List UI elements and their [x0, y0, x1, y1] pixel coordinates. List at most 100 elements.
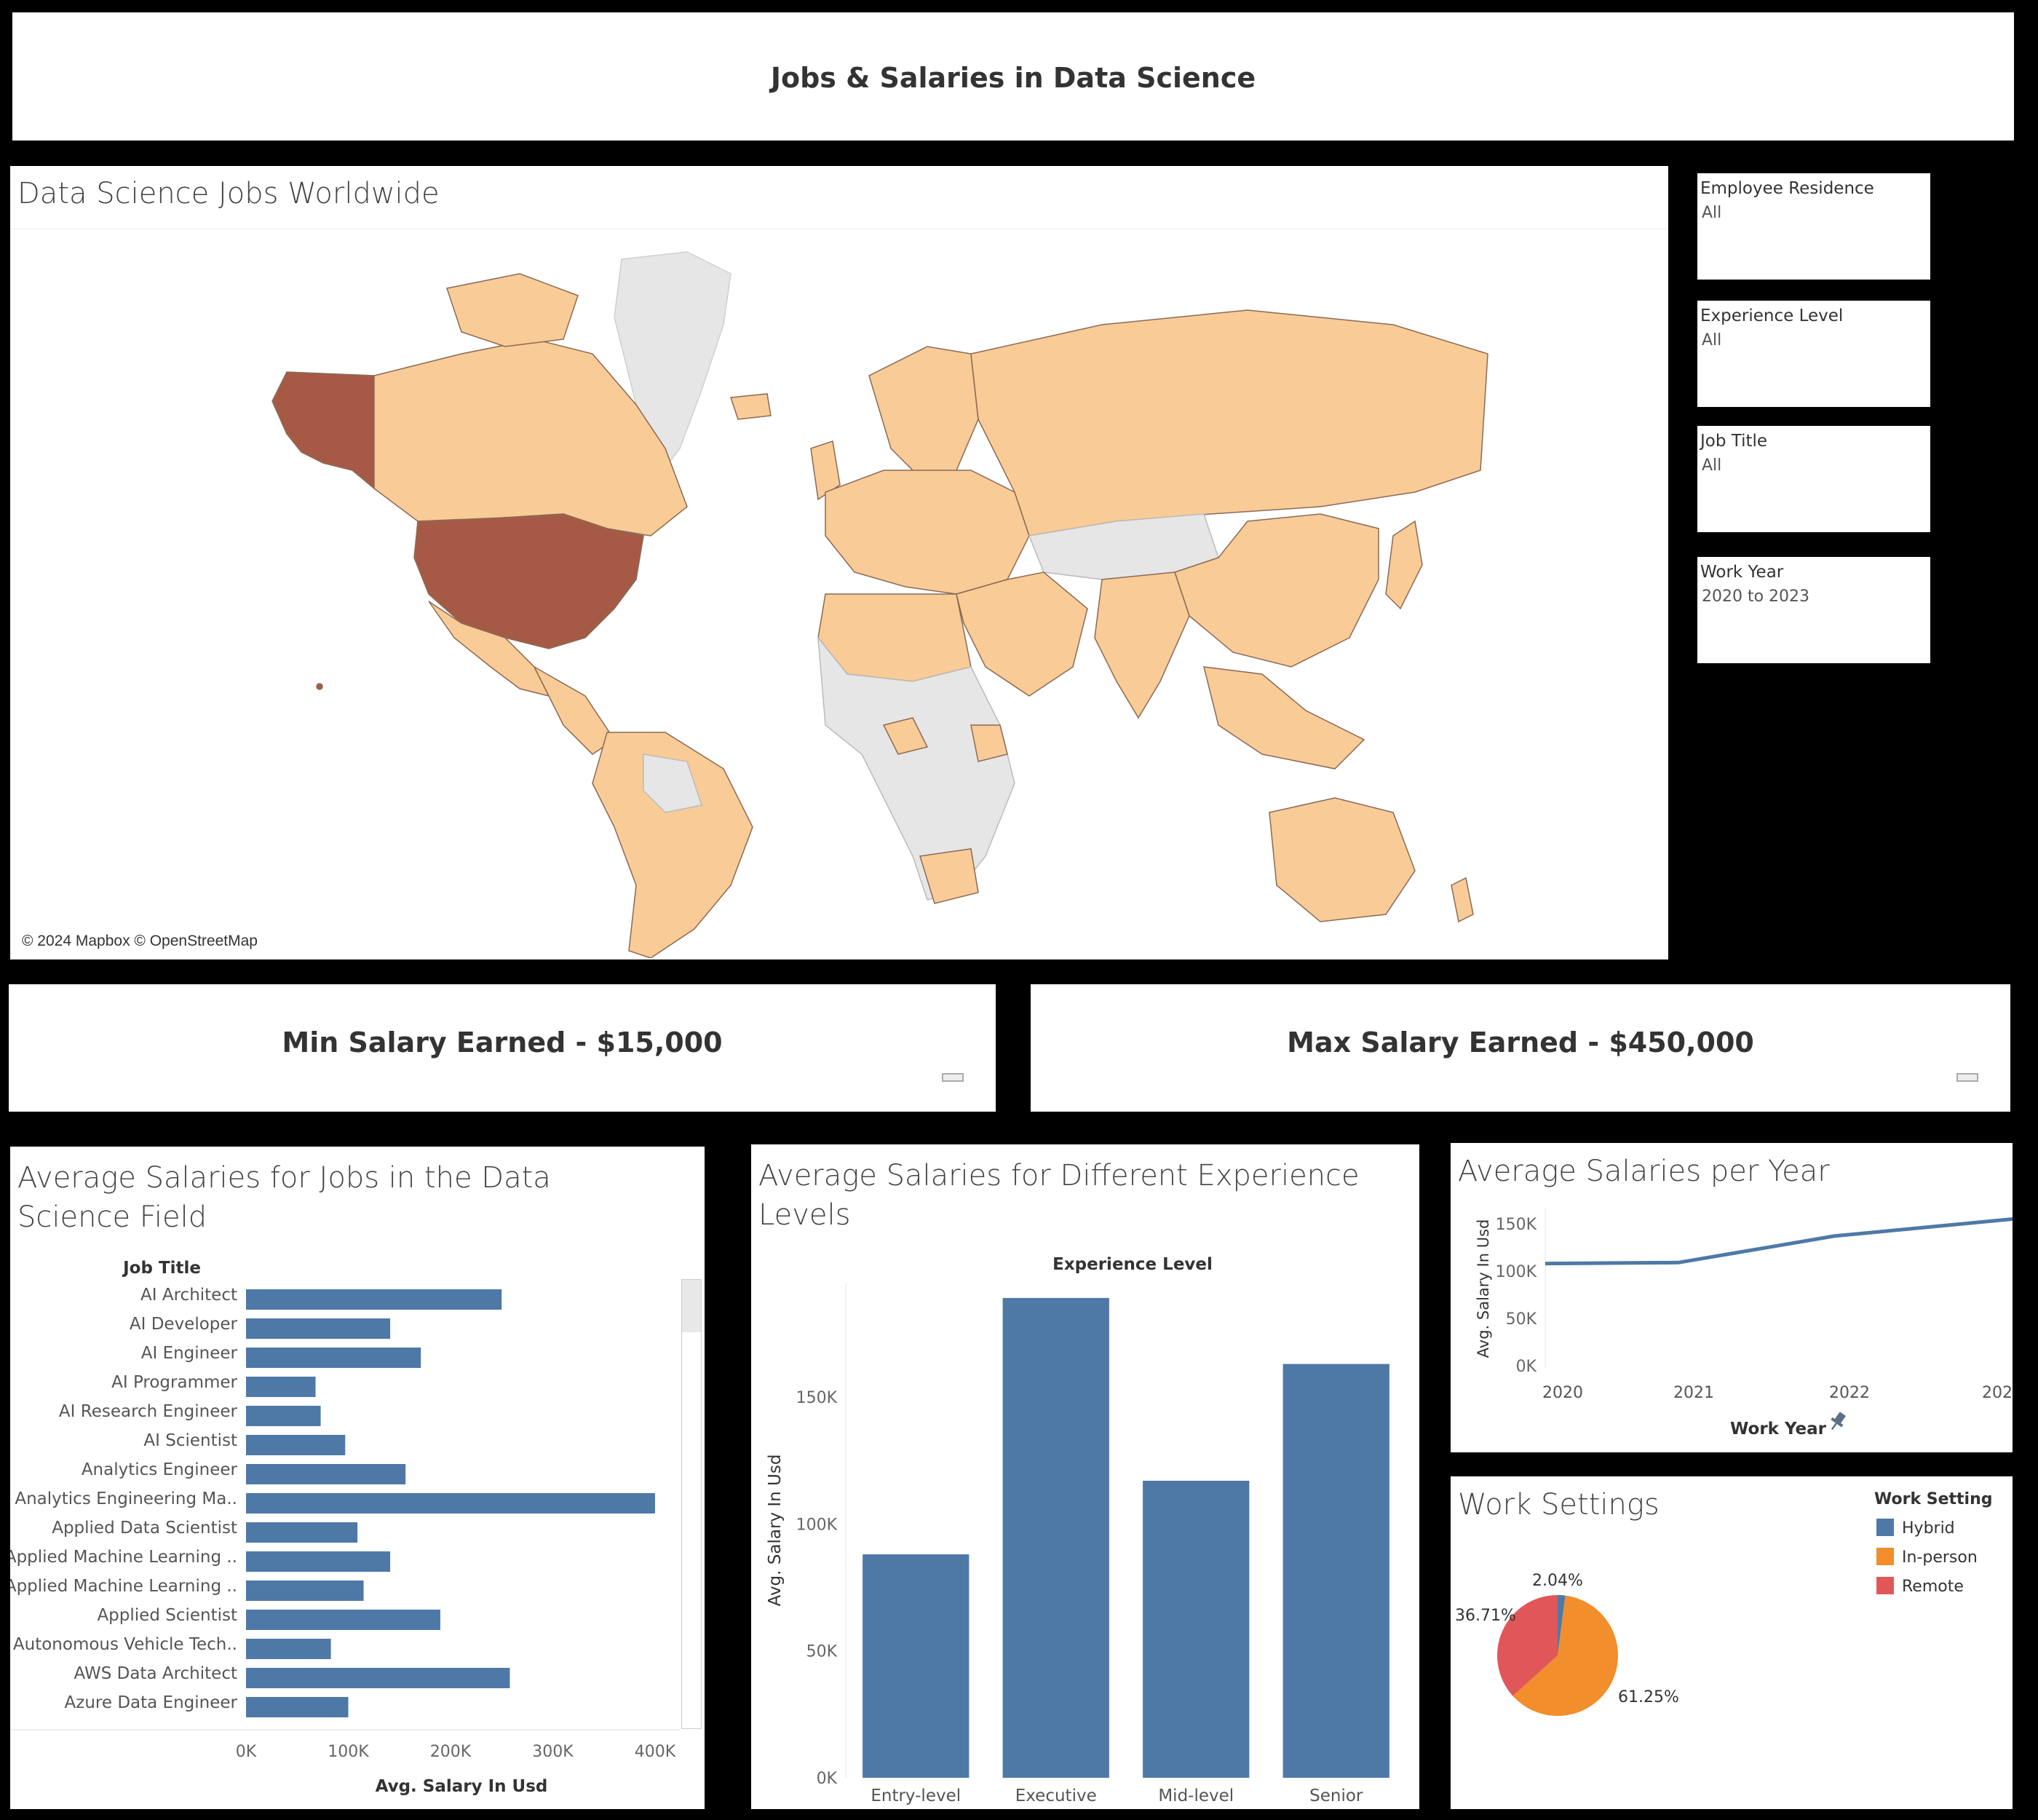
- filter-value[interactable]: All: [1702, 456, 1721, 475]
- yearly-salary-chart[interactable]: 0K 50K 100K 150KAvg. Salary In Usd 2020 2021 2…: [1451, 1143, 2013, 1452]
- y-tick-label: 0K: [1516, 1358, 1537, 1376]
- filter-label: Experience Level: [1700, 306, 1844, 325]
- work-settings-chart[interactable]: 2.04% 61.25% 36.71% Work Setting Hybrid In-pe…: [1451, 1476, 2013, 1809]
- filter-value[interactable]: All: [1702, 204, 1721, 222]
- filter-experience-level[interactable]: Experience Level All: [1697, 301, 1930, 407]
- filter-employee-residence[interactable]: Employee Residence All: [1697, 173, 1930, 280]
- filter-value[interactable]: 2020 to 2023: [1702, 587, 1809, 606]
- job-salary-bar[interactable]: [246, 1551, 391, 1572]
- y-tick-label: 50K: [806, 1643, 838, 1661]
- job-salary-panel: Average Salaries for Jobs in the Data Sc…: [10, 1147, 705, 1809]
- x-axis-label: Avg. Salary In Usd: [376, 1777, 548, 1796]
- experience-salary-chart[interactable]: Experience Level 0K 50K 100K 150K Avg. Salary…: [751, 1144, 1419, 1809]
- pin-icon[interactable]: [1827, 1410, 1849, 1433]
- y-tick-label: 0K: [817, 1770, 838, 1788]
- job-title-label: Azure Data Engineer: [65, 1693, 238, 1712]
- x-tick-label: 2023: [1982, 1384, 2013, 1402]
- x-tick-label: Senior: [1309, 1787, 1363, 1805]
- job-title-label: AI Programmer: [111, 1373, 237, 1392]
- pie-slice-label: 2.04%: [1532, 1572, 1583, 1590]
- job-salary-bar[interactable]: [246, 1697, 349, 1717]
- y-tick-label: 150K: [1496, 1216, 1537, 1234]
- column-header: Experience Level: [1052, 1255, 1213, 1274]
- filter-value[interactable]: All: [1702, 331, 1721, 349]
- world-map[interactable]: [10, 230, 1668, 958]
- filter-job-title[interactable]: Job Title All: [1697, 426, 1930, 532]
- map-attribution[interactable]: © 2024 Mapbox © OpenStreetMap: [22, 933, 258, 950]
- kpi-max-text: Max Salary Earned - $450,000: [1287, 1026, 1754, 1059]
- job-title-label: AI Scientist: [143, 1431, 237, 1450]
- job-salary-bar[interactable]: [246, 1318, 391, 1339]
- legend-title: Work Setting: [1874, 1490, 1993, 1508]
- kpi-min-salary: Min Salary Earned - $15,000: [9, 984, 996, 1112]
- job-title-label: Applied Machine Learning ..: [10, 1577, 237, 1596]
- scrollbar-thumb[interactable]: [682, 1280, 701, 1332]
- salary-trend-line[interactable]: [1545, 1217, 2013, 1266]
- x-tick-label: 2022: [1829, 1384, 1870, 1402]
- country-australia: [1269, 797, 1416, 922]
- country-japan: [1385, 520, 1423, 610]
- legend-swatch: [1876, 1519, 1894, 1536]
- central-america: [533, 665, 616, 755]
- country-iceland: [729, 393, 772, 420]
- resize-handle-icon[interactable]: [1956, 1073, 1978, 1082]
- x-tick-label: Entry-level: [871, 1787, 961, 1805]
- job-title-label: AI Engineer: [141, 1344, 238, 1363]
- pie-slice-label: 61.25%: [1618, 1688, 1679, 1706]
- resize-handle-icon[interactable]: [942, 1073, 964, 1082]
- x-tick-label: Executive: [1015, 1787, 1097, 1805]
- scandinavia: [868, 346, 979, 478]
- job-salary-bar[interactable]: [246, 1435, 346, 1455]
- y-axis-label: Avg. Salary In Usd: [766, 1455, 785, 1607]
- y-tick-label: 150K: [796, 1389, 838, 1407]
- y-axis-label: Avg. Salary In Usd: [1475, 1219, 1492, 1358]
- job-title-label: AI Research Engineer: [59, 1402, 238, 1421]
- job-salary-bar[interactable]: [246, 1668, 510, 1688]
- job-title-label: Applied Data Scientist: [52, 1519, 237, 1538]
- job-salary-bar[interactable]: [246, 1464, 406, 1484]
- job-title-label: Analytics Engineering Ma..: [15, 1489, 237, 1508]
- legend-swatch: [1876, 1548, 1894, 1565]
- experience-salary-panel: Average Salaries for Different Experienc…: [751, 1144, 1419, 1809]
- x-tick-label: 0K: [236, 1743, 257, 1761]
- map-panel[interactable]: Data Science Jobs Worldwide © 2024 Mapbo…: [10, 166, 1668, 960]
- job-title-label: AI Architect: [140, 1286, 237, 1305]
- legend-item-label: Hybrid: [1902, 1519, 1955, 1538]
- experience-salary-bar[interactable]: [1002, 1297, 1109, 1778]
- experience-salary-bar[interactable]: [1282, 1364, 1389, 1778]
- experience-salary-bar[interactable]: [863, 1554, 970, 1778]
- job-salary-bar[interactable]: [246, 1610, 440, 1630]
- x-tick-label: 400K: [635, 1743, 676, 1761]
- job-salary-bar[interactable]: [246, 1580, 364, 1601]
- job-title-label: AWS Data Architect: [74, 1664, 238, 1683]
- job-salary-bar[interactable]: [246, 1348, 421, 1368]
- job-salary-bar[interactable]: [246, 1289, 502, 1310]
- job-salary-chart[interactable]: Job Title AI Architect AI Developer AI Engi…: [10, 1147, 705, 1809]
- dashboard-title: Jobs & Salaries in Data Science: [770, 62, 1256, 94]
- filter-work-year[interactable]: Work Year 2020 to 2023: [1697, 557, 1930, 663]
- x-tick-label: Mid-level: [1158, 1787, 1234, 1805]
- scrollbar[interactable]: [681, 1279, 702, 1729]
- job-salary-bar[interactable]: [246, 1493, 655, 1514]
- job-salary-bar[interactable]: [246, 1639, 331, 1659]
- x-tick-label: 100K: [328, 1743, 369, 1761]
- y-tick-label: 100K: [1496, 1263, 1537, 1281]
- job-salary-bar[interactable]: [246, 1522, 358, 1543]
- job-salary-bar[interactable]: [246, 1377, 316, 1397]
- x-tick-label: 200K: [430, 1743, 472, 1761]
- y-tick-label: 100K: [796, 1516, 838, 1534]
- country-russia: [970, 309, 1488, 537]
- job-title-label: AI Developer: [130, 1315, 238, 1334]
- job-salary-bar[interactable]: [246, 1406, 321, 1426]
- legend-swatch: [1876, 1577, 1894, 1594]
- europe: [825, 470, 1030, 595]
- x-tick-label: 2021: [1673, 1384, 1714, 1402]
- experience-salary-bar[interactable]: [1143, 1481, 1250, 1778]
- work-settings-panel: Work Settings 2.04% 61.25% 36.71% Work Sett…: [1451, 1476, 2013, 1809]
- dashboard-header: Jobs & Salaries in Data Science: [12, 12, 2014, 141]
- filter-label: Work Year: [1700, 563, 1784, 582]
- southeast-asia: [1203, 666, 1365, 769]
- legend-item-label: In-person: [1902, 1548, 1978, 1567]
- row-header: Job Title: [122, 1259, 201, 1278]
- legend-item-label: Remote: [1902, 1578, 1964, 1596]
